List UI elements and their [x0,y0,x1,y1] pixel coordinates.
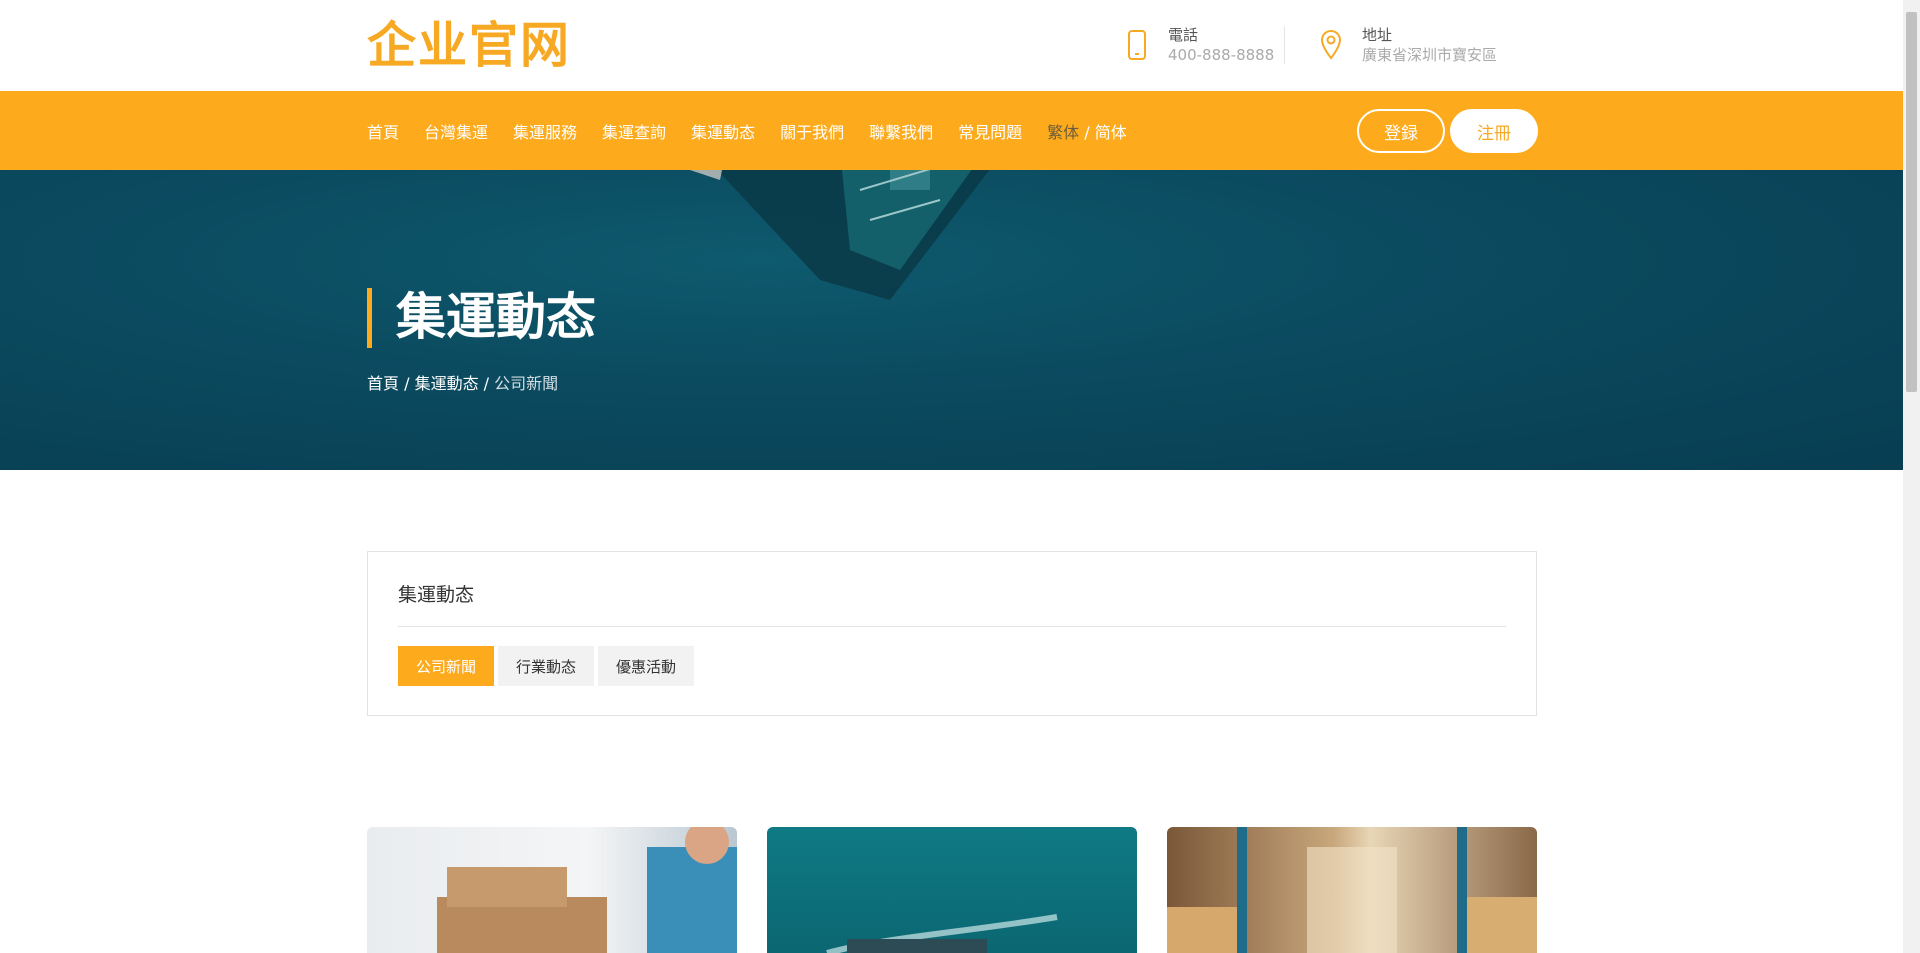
category-divider [398,626,1506,627]
nav-item-shipping-news[interactable]: 集運動态 [691,119,755,143]
address-value: 廣東省深圳市寶安區 [1362,46,1498,64]
category-box: 集運動态 公司新聞 行業動态 優惠活動 [367,551,1537,716]
breadcrumb-separator: / [478,374,495,393]
delivery-box-image [437,827,737,953]
nav-item-faq[interactable]: 常見問題 [958,119,1022,143]
phone-value: 400-888-8888 [1168,46,1275,64]
news-card-image[interactable] [367,827,737,953]
lang-simplified[interactable]: 简体 [1095,123,1127,142]
site-logo[interactable]: 企业官网 [367,14,571,78]
tab-industry-news[interactable]: 行業動态 [498,646,595,686]
nav-item-home[interactable]: 首頁 [367,119,399,143]
address-label: 地址 [1362,26,1393,44]
breadcrumb-separator: / [399,374,415,393]
language-switcher: 繁体 / 简体 [1047,119,1127,143]
nav-item-taiwan-shipping[interactable]: 台灣集運 [424,119,488,143]
category-title: 集運動态 [398,584,475,606]
nav-item-contact-us[interactable]: 聯繫我們 [869,119,933,143]
hero-banner: 集運動态 首頁 / 集運動态 / 公司新聞 [0,170,1903,470]
nav-item-shipping-query[interactable]: 集運查詢 [602,119,666,143]
breadcrumb-home[interactable]: 首頁 [367,374,399,393]
breadcrumb-current: 公司新聞 [494,374,559,393]
scrollbar-thumb[interactable] [1906,12,1917,392]
top-header: 企业官网 電話 400-888-8888 地址 廣東省深圳市寶安區 [0,0,1903,91]
phone-label: 電話 [1168,26,1199,44]
main-nav: 首頁 台灣集運 集運服務 集運查詢 集運動态 關于我們 聯繫我們 常見問題 繁体… [367,91,1127,170]
warehouse-image [1167,827,1537,953]
hero-title-accent-bar [367,288,372,348]
register-button[interactable]: 注冊 [1450,109,1538,153]
news-card-image[interactable] [1167,827,1537,953]
ship-wake-image [826,914,1058,953]
login-button[interactable]: 登録 [1357,109,1445,153]
contact-phone: 電話 400-888-8888 [1122,25,1274,65]
contact-address: 地址 廣東省深圳市寶安區 [1316,25,1497,65]
tab-promotions[interactable]: 優惠活動 [598,646,695,686]
breadcrumb-shipping-news[interactable]: 集運動态 [415,374,479,393]
map-pin-icon [1316,25,1346,65]
breadcrumb: 首頁 / 集運動态 / 公司新聞 [367,370,558,394]
nav-item-shipping-service[interactable]: 集運服務 [513,119,577,143]
cargo-ship-image [690,170,990,300]
page-title: 集運動态 [396,288,596,346]
news-card-image[interactable] [767,827,1137,953]
main-nav-bar: 首頁 台灣集運 集運服務 集運查詢 集運動态 關于我們 聯繫我們 常見問題 繁体… [0,91,1903,170]
mobile-phone-icon [1122,25,1152,65]
header-divider [1284,26,1285,64]
lang-traditional[interactable]: 繁体 [1047,123,1079,142]
tab-company-news[interactable]: 公司新聞 [398,646,495,686]
lang-separator: / [1079,122,1095,142]
nav-item-about-us[interactable]: 關于我們 [780,119,844,143]
category-tabs: 公司新聞 行業動态 優惠活動 [398,646,698,686]
